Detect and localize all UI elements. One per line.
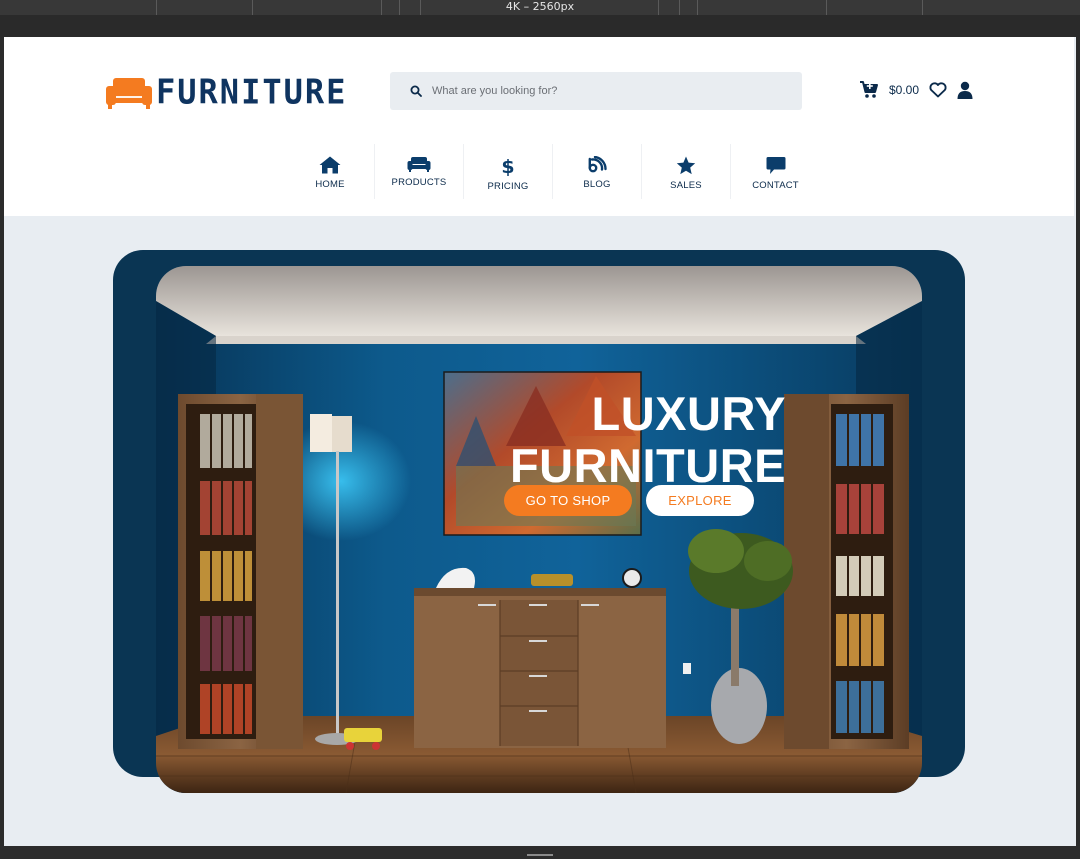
cart-icon[interactable]: [859, 81, 879, 99]
nav-item-contact[interactable]: CONTACT: [731, 144, 820, 199]
dollar-icon: $: [501, 156, 514, 176]
search-bar[interactable]: [390, 72, 802, 110]
home-icon: [319, 156, 341, 174]
search-input[interactable]: [432, 85, 772, 97]
nav-label: HOME: [315, 179, 345, 190]
page-canvas: FURNITURE $0.00: [4, 37, 1076, 846]
resize-handle[interactable]: [527, 854, 553, 856]
nav-label: BLOG: [583, 179, 611, 190]
feed-icon: [588, 156, 607, 173]
nav-label: SALES: [670, 180, 702, 191]
site-logo[interactable]: FURNITURE: [106, 72, 348, 112]
search-icon: [410, 85, 422, 97]
nav-item-products[interactable]: PRODUCTS: [375, 144, 464, 199]
nav-item-home[interactable]: HOME: [286, 144, 375, 199]
room-scene-image: [156, 266, 922, 793]
site-header: FURNITURE $0.00: [4, 37, 1074, 216]
hero-banner: LUXURY FURNITURE GO TO SHOP EXPLORE: [156, 266, 922, 793]
nav-item-blog[interactable]: BLOG: [553, 144, 642, 199]
heart-icon[interactable]: [929, 82, 947, 98]
hero-title: LUXURY FURNITURE: [510, 388, 786, 492]
user-icon[interactable]: [957, 81, 973, 99]
frame-ruler: 4K – 2560px: [0, 0, 1080, 15]
nav-label: PRICING: [487, 181, 529, 192]
go-to-shop-button[interactable]: GO TO SHOP: [504, 485, 632, 516]
main-nav: HOME PRODUCTS $ PRICING BLOG SALES CONTA…: [286, 144, 820, 199]
nav-item-pricing[interactable]: $ PRICING: [464, 144, 553, 199]
bottom-bar: [0, 846, 1080, 859]
nav-label: CONTACT: [752, 180, 799, 191]
nav-item-sales[interactable]: SALES: [642, 144, 731, 199]
nav-label: PRODUCTS: [391, 177, 447, 188]
frame-label: 4K – 2560px: [505, 0, 575, 13]
chat-icon: [766, 157, 785, 174]
cart-total[interactable]: $0.00: [889, 83, 919, 97]
hero-title-line-1: LUXURY: [591, 387, 786, 440]
svg-text:$: $: [501, 156, 514, 176]
canvas-band: [0, 15, 1080, 37]
sofa-icon: [407, 157, 431, 172]
sofa-logo-icon: [106, 78, 152, 109]
star-icon: [676, 156, 696, 175]
logo-text: FURNITURE: [156, 72, 348, 112]
explore-button[interactable]: EXPLORE: [646, 485, 754, 516]
header-actions: $0.00: [859, 81, 973, 99]
